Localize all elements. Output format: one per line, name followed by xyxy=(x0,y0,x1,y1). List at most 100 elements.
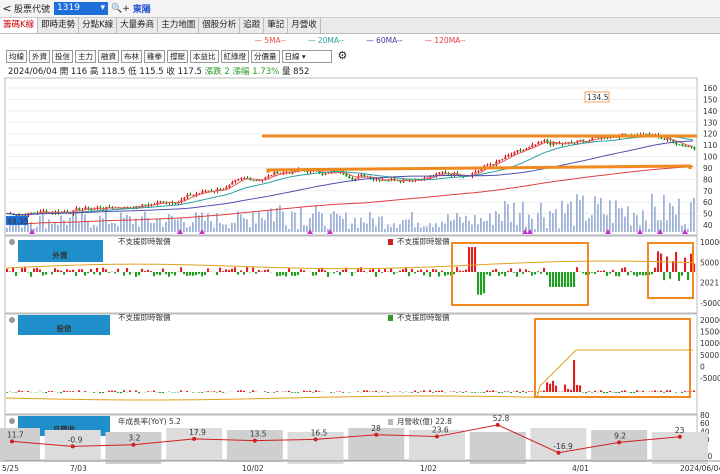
foreign-bar xyxy=(492,270,495,272)
date-axis-label: 1/02 xyxy=(420,464,437,473)
volume-bar xyxy=(462,222,464,232)
foreign-bar xyxy=(186,272,189,276)
trust-bar xyxy=(441,390,444,392)
volume-bar xyxy=(537,212,539,232)
foreign-bar xyxy=(615,272,618,277)
volume-bar xyxy=(261,217,263,232)
trust-axis-label: 5000 xyxy=(700,351,719,360)
trust-bar xyxy=(147,391,150,392)
volume-bar xyxy=(657,220,659,232)
volume-bar xyxy=(426,226,428,232)
candle-body xyxy=(534,144,537,146)
volume-bar xyxy=(195,212,197,232)
trust-bar xyxy=(489,391,492,392)
volume-bar xyxy=(192,222,194,232)
revenue-bar xyxy=(469,432,526,464)
volume-bar xyxy=(27,224,29,232)
price-axis-label: 110 xyxy=(703,141,718,150)
trust-bar xyxy=(180,390,183,392)
yoy-label: 28 xyxy=(371,424,381,433)
foreign-bar xyxy=(300,269,303,272)
trust-bar xyxy=(15,392,18,393)
foreign-bar xyxy=(510,268,513,272)
candle-body xyxy=(30,212,33,214)
trust-bar xyxy=(63,390,66,392)
volume-bar xyxy=(522,201,524,232)
foreign-bar xyxy=(30,272,33,277)
volume-bar xyxy=(237,211,239,232)
foreign-bar xyxy=(138,272,141,276)
volume-bar xyxy=(441,221,443,232)
foreign-bar xyxy=(612,269,615,272)
foreign-bar xyxy=(474,247,477,272)
trust-bar xyxy=(480,392,483,393)
volume-bar xyxy=(669,202,671,232)
volume-bar xyxy=(276,207,278,232)
candle-body xyxy=(15,215,18,217)
volume-bar xyxy=(54,222,56,232)
volume-bar xyxy=(411,212,413,232)
foreign-bar xyxy=(303,270,306,272)
foreign-bar xyxy=(507,270,510,272)
foreign-bar xyxy=(237,272,240,275)
price-axis-label: 140 xyxy=(703,107,718,116)
trust-bar xyxy=(663,392,666,393)
foreign-bar xyxy=(381,272,384,273)
volume-bar xyxy=(690,202,692,232)
foreign-bar xyxy=(456,267,459,272)
volume-bar xyxy=(585,220,587,232)
foreign-bar xyxy=(603,270,606,272)
candle-body xyxy=(231,182,234,185)
foreign-bar xyxy=(372,269,375,272)
volume-bar xyxy=(231,222,233,232)
volume-bar xyxy=(210,221,212,232)
candle-body xyxy=(348,176,351,178)
trust-bar xyxy=(45,392,48,394)
trust-bar xyxy=(504,391,507,392)
foreign-bar xyxy=(543,267,546,272)
candle-body xyxy=(516,150,519,153)
trust-bar xyxy=(420,391,423,392)
volume-bar xyxy=(501,220,503,232)
trust-bar xyxy=(411,392,414,393)
foreign-bar xyxy=(444,272,447,276)
foreign-bar xyxy=(102,267,105,272)
foreign-bar xyxy=(162,268,165,272)
trust-bar xyxy=(318,391,321,392)
candle-body xyxy=(372,178,375,180)
foreign-bar xyxy=(477,272,480,295)
candle-body xyxy=(678,144,681,146)
foreign-bar xyxy=(183,272,186,275)
trust-bar xyxy=(432,392,435,393)
trust-bar xyxy=(357,391,360,392)
volume-bar xyxy=(234,222,236,232)
foreign-bar xyxy=(33,268,36,272)
volume-bar xyxy=(633,212,635,232)
trust-bar xyxy=(531,391,534,392)
volume-bar xyxy=(360,217,362,232)
candle-body xyxy=(477,170,480,172)
price-axis-label: 120 xyxy=(703,130,718,139)
foreign-note: 不支援即時報價 xyxy=(118,236,171,246)
chart-canvas[interactable]: 160 150 140 130 120 110 100 90 80 70 60 50 40 134.5 49… xyxy=(0,0,720,474)
volume-bar xyxy=(369,211,371,232)
trust-bar xyxy=(315,390,318,392)
foreign-bar xyxy=(363,270,366,272)
foreign-bar xyxy=(393,272,396,275)
candle-body xyxy=(240,178,243,180)
candle-body xyxy=(144,204,147,206)
foreign-bar xyxy=(402,269,405,272)
foreign-bar xyxy=(351,272,354,276)
foreign-bar xyxy=(333,272,336,274)
foreign-bar xyxy=(312,272,315,276)
candle-body xyxy=(228,184,231,188)
foreign-axis-label: 2021 xyxy=(700,279,719,288)
candle-body xyxy=(75,208,78,211)
yoy-label: 23 xyxy=(675,426,685,435)
trust-bar xyxy=(498,392,501,394)
foreign-bar xyxy=(684,257,687,272)
trust-bar xyxy=(288,390,291,392)
candle-body xyxy=(258,180,261,182)
foreign-bar xyxy=(600,270,603,272)
volume-bar xyxy=(213,227,215,232)
